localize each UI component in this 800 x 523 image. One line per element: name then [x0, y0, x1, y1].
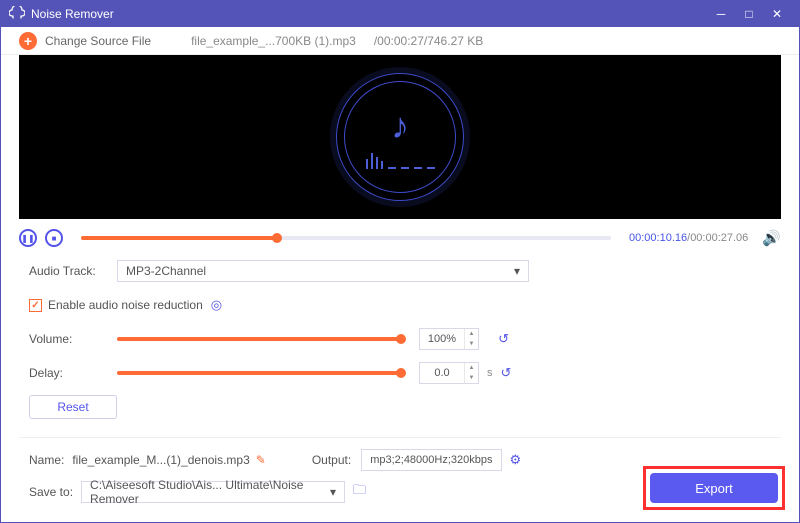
volume-down[interactable]: ▼ [465, 339, 478, 349]
output-settings-icon[interactable]: ⚙ [510, 452, 522, 468]
source-file-name: file_example_...700KB (1).mp3 [191, 34, 356, 48]
seek-thumb[interactable] [272, 233, 282, 243]
minimize-button[interactable]: ─ [707, 1, 735, 27]
total-time: 00:00:27.06 [690, 232, 748, 244]
source-bar: + Change Source File file_example_...700… [1, 27, 799, 55]
audio-visual-icon: ♪ [336, 73, 464, 201]
volume-up[interactable]: ▲ [465, 329, 478, 339]
output-panel: Name: file_example_M...(1)_denois.mp3 ✎ … [1, 438, 799, 522]
delay-label: Delay: [29, 366, 117, 380]
titlebar: Noise Remover ─ □ ✕ [1, 1, 799, 27]
reset-button[interactable]: Reset [29, 395, 117, 419]
app-logo-icon [9, 6, 25, 22]
settings-panel: Audio Track: MP3-2Channel ▾ ✓ Enable aud… [1, 255, 799, 429]
equalizer-icon [366, 153, 435, 169]
seek-bar[interactable] [81, 236, 611, 240]
close-button[interactable]: ✕ [763, 1, 791, 27]
delay-value: 0.0 [420, 367, 464, 379]
preview-panel: ♪ [19, 55, 781, 219]
add-source-icon[interactable]: + [19, 32, 37, 50]
app-title: Noise Remover [31, 7, 114, 21]
time-display: 00:00:10.16/00:00:27.06 [629, 232, 748, 244]
export-button[interactable]: Export [650, 473, 778, 503]
noise-settings-icon[interactable]: ◎ [211, 297, 222, 313]
volume-input[interactable]: 100% ▲▼ [419, 328, 479, 350]
audio-track-value: MP3-2Channel [126, 264, 206, 278]
delay-slider[interactable] [117, 371, 401, 375]
delay-unit: s [487, 367, 493, 379]
delay-thumb[interactable] [396, 368, 406, 378]
volume-thumb[interactable] [396, 334, 406, 344]
volume-slider[interactable] [117, 337, 401, 341]
name-label: Name: [29, 453, 64, 467]
delay-input[interactable]: 0.0 ▲▼ [419, 362, 479, 384]
current-time: 00:00:10.16 [629, 232, 687, 244]
volume-value: 100% [420, 333, 464, 345]
export-highlight: Export [643, 466, 785, 510]
pause-button[interactable]: ❚❚ [19, 229, 37, 247]
volume-icon[interactable]: 🔊 [762, 229, 781, 247]
output-name-value: file_example_M...(1)_denois.mp3 [72, 453, 249, 467]
noise-reduction-label: Enable audio noise reduction [48, 298, 203, 312]
edit-name-icon[interactable]: ✎ [256, 453, 266, 467]
output-format-label: Output: [312, 453, 351, 467]
volume-reset-icon[interactable]: ↺ [498, 331, 509, 347]
change-source-button[interactable]: Change Source File [45, 34, 151, 48]
saveto-label: Save to: [29, 485, 73, 499]
music-note-icon: ♪ [391, 105, 409, 147]
player-controls: ❚❚ ■ 00:00:10.16/00:00:27.06 🔊 [1, 219, 799, 255]
app-window: Noise Remover ─ □ ✕ + Change Source File… [0, 0, 800, 523]
stop-button[interactable]: ■ [45, 229, 63, 247]
source-file-meta: /00:00:27/746.27 KB [374, 34, 483, 48]
saveto-select[interactable]: C:\Aiseesoft Studio\Ais... Ultimate\Nois… [81, 481, 345, 503]
open-folder-icon[interactable]: 🗀 [353, 481, 366, 503]
delay-reset-icon[interactable]: ↺ [501, 365, 512, 381]
delay-up[interactable]: ▲ [465, 363, 478, 373]
delay-down[interactable]: ▼ [465, 373, 478, 383]
chevron-down-icon: ▾ [330, 485, 336, 499]
audio-track-label: Audio Track: [29, 264, 117, 278]
volume-label: Volume: [29, 332, 117, 346]
noise-reduction-checkbox[interactable]: ✓ [29, 299, 42, 312]
saveto-value: C:\Aiseesoft Studio\Ais... Ultimate\Nois… [90, 478, 330, 506]
window-controls: ─ □ ✕ [707, 1, 791, 27]
audio-track-select[interactable]: MP3-2Channel ▾ [117, 260, 529, 282]
maximize-button[interactable]: □ [735, 1, 763, 27]
chevron-down-icon: ▾ [514, 264, 520, 278]
output-format-value: mp3;2;48000Hz;320kbps [361, 449, 501, 471]
